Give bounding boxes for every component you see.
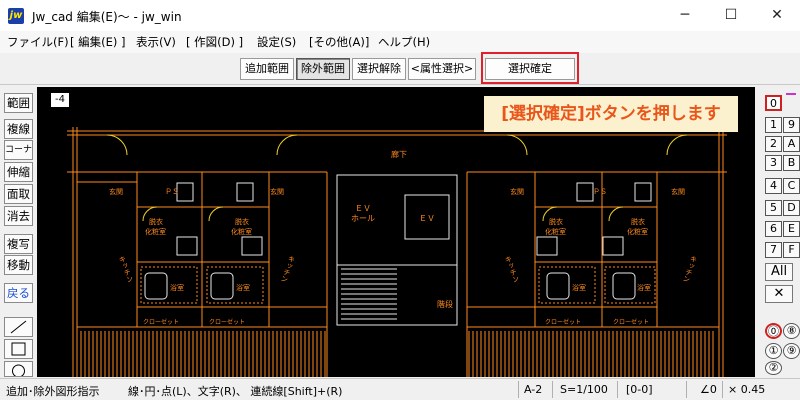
label-entrance-3: 玄関 (510, 188, 524, 196)
group-8[interactable]: ⑧ (783, 323, 800, 339)
selection-toolbar: 追加範囲 除外範囲 選択解除 <属性選択> 選択確定 (0, 53, 800, 85)
label-entrance-2: 玄関 (270, 188, 284, 196)
label-dressing-b: 化粧室 (145, 228, 166, 236)
label-dressing-h: 化粧室 (627, 228, 648, 236)
layer-e[interactable]: E (783, 221, 800, 237)
layer-4[interactable]: 4 (765, 178, 782, 194)
label-dressing-g: 脱衣 (631, 218, 645, 226)
layer-c[interactable]: C (783, 178, 800, 194)
layer-1[interactable]: 1 (765, 117, 782, 133)
label-dressing-f: 化粧室 (545, 228, 566, 236)
label-bath-2: 浴室 (236, 284, 250, 292)
menu-bar: ファイル(F) [ 編集(E) ] 表示(V) [ 作図(D) ] 設定(S) … (0, 31, 800, 53)
clear-selection-button[interactable]: 選択解除 (352, 58, 406, 80)
layer-3[interactable]: 3 (765, 155, 782, 171)
label-stairs: 階段 (437, 300, 453, 309)
window-title: Jw_cad 編集(E)〜 - jw_win (32, 10, 182, 24)
status-hint: 線･円･点(L)、文字(R)、 連続線[Shift]+(R) (128, 385, 343, 398)
label-bath-4: 浴室 (637, 284, 651, 292)
label-bath-3: 浴室 (572, 284, 586, 292)
label-ps-1: ＰＳ (165, 188, 179, 196)
line-icon (10, 320, 27, 334)
tool-chamfer[interactable]: 面取 (4, 184, 33, 204)
layer-f[interactable]: F (783, 242, 800, 258)
label-closet-2: クローゼット (209, 319, 246, 326)
tool-move[interactable]: 移動 (4, 255, 33, 275)
rectangle-tool[interactable] (4, 339, 33, 359)
drawing-canvas[interactable]: 廊下 ＥＶ ホール ＥＶ 階段 玄関 玄関 玄関 玄関 ＰＳ ＰＳ 脱衣 化粧室… (37, 87, 755, 377)
status-prompt: 追加･除外図形指示 (6, 385, 100, 398)
exclude-range-button[interactable]: 除外範囲 (296, 58, 350, 80)
group-0[interactable]: ⓪ (765, 323, 782, 339)
status-paper[interactable]: A-2 (524, 383, 542, 396)
layer-b[interactable]: B (783, 155, 800, 171)
menu-edit[interactable]: [ 編集(E) ] (70, 34, 126, 50)
status-bar: 追加･除外図形指示 線･円･点(L)、文字(R)、 連続線[Shift]+(R)… (0, 378, 800, 400)
minimize-button[interactable]: ─ (662, 0, 708, 31)
label-closet-3: クローゼット (545, 319, 582, 326)
circle-tool[interactable] (4, 361, 33, 378)
menu-settings[interactable]: 設定(S) (257, 34, 296, 50)
label-dressing-d: 化粧室 (231, 228, 252, 236)
menu-other[interactable]: [その他(A)] (309, 34, 369, 50)
status-scale[interactable]: S=1/100 (560, 383, 608, 396)
menu-draw[interactable]: [ 作図(D) ] (186, 34, 243, 50)
confirm-highlight-frame (481, 52, 579, 84)
maximize-button[interactable]: ☐ (708, 0, 754, 31)
tool-range[interactable]: 範囲 (4, 93, 33, 113)
label-dressing-e: 脱衣 (549, 218, 563, 226)
add-range-button[interactable]: 追加範囲 (240, 58, 294, 80)
tool-erase[interactable]: 消去 (4, 206, 33, 226)
attribute-select-button[interactable]: <属性選択> (408, 58, 476, 80)
layer-active-marker (786, 93, 796, 95)
left-tool-panel: 範囲 複線 コーナー 伸縮 面取 消去 複写 移動 戻る (0, 85, 36, 378)
group-9[interactable]: ⑨ (783, 343, 800, 359)
close-button[interactable]: ✕ (754, 0, 800, 31)
line-tool[interactable] (4, 317, 33, 337)
label-ps-2: ＰＳ (593, 188, 607, 196)
label-corridor: 廊下 (391, 150, 407, 159)
tool-parallel-line[interactable]: 複線 (4, 119, 33, 139)
layer-d[interactable]: D (783, 200, 800, 216)
label-dressing-a: 脱衣 (149, 218, 163, 226)
tool-corner[interactable]: コーナー (4, 140, 33, 160)
menu-file[interactable]: ファイル(F) (7, 34, 69, 50)
circle-icon (12, 364, 25, 378)
layer-a[interactable]: A (783, 136, 800, 152)
label-closet-1: クローゼット (143, 319, 180, 326)
tool-undo[interactable]: 戻る (4, 283, 33, 303)
status-zoom[interactable]: × 0.45 (728, 383, 765, 396)
instruction-callout: [選択確定]ボタンを押します (484, 96, 738, 132)
tool-copy[interactable]: 複写 (4, 234, 33, 254)
layer-cross-button[interactable]: ✕ (765, 285, 793, 303)
layer-panel: 0 1 9 2 A 3 B 4 C 5 D 6 E 7 F All ✕ ⓪ ⑧ … (757, 85, 800, 377)
label-dressing-c: 脱衣 (235, 218, 249, 226)
rectangle-icon (11, 342, 26, 356)
menu-view[interactable]: 表示(V) (136, 34, 176, 50)
layer-5[interactable]: 5 (765, 200, 782, 216)
label-ev: ＥＶ (419, 214, 435, 223)
layer-all-button[interactable]: All (765, 263, 793, 281)
label-entrance-1: 玄関 (109, 188, 123, 196)
tool-stretch[interactable]: 伸縮 (4, 162, 33, 182)
label-ev-hall-2: ホール (351, 214, 375, 223)
group-1[interactable]: ① (765, 343, 782, 359)
group-2[interactable]: ② (765, 361, 782, 375)
layer-0[interactable]: 0 (765, 95, 782, 111)
label-entrance-4: 玄関 (671, 188, 685, 196)
app-icon: jw (8, 8, 24, 24)
title-bar: jw Jw_cad 編集(E)〜 - jw_win ─ ☐ ✕ (0, 0, 800, 31)
menu-help[interactable]: ヘルプ(H) (378, 34, 430, 50)
label-bath-1: 浴室 (170, 284, 184, 292)
layer-9[interactable]: 9 (783, 117, 800, 133)
layer-2[interactable]: 2 (765, 136, 782, 152)
label-closet-4: クローゼット (613, 319, 650, 326)
status-angle[interactable]: ∠0 (700, 383, 717, 396)
layer-6[interactable]: 6 (765, 221, 782, 237)
layer-7[interactable]: 7 (765, 242, 782, 258)
scale-tag: -4 (51, 93, 69, 107)
status-layer[interactable]: [0-0] (626, 383, 653, 396)
